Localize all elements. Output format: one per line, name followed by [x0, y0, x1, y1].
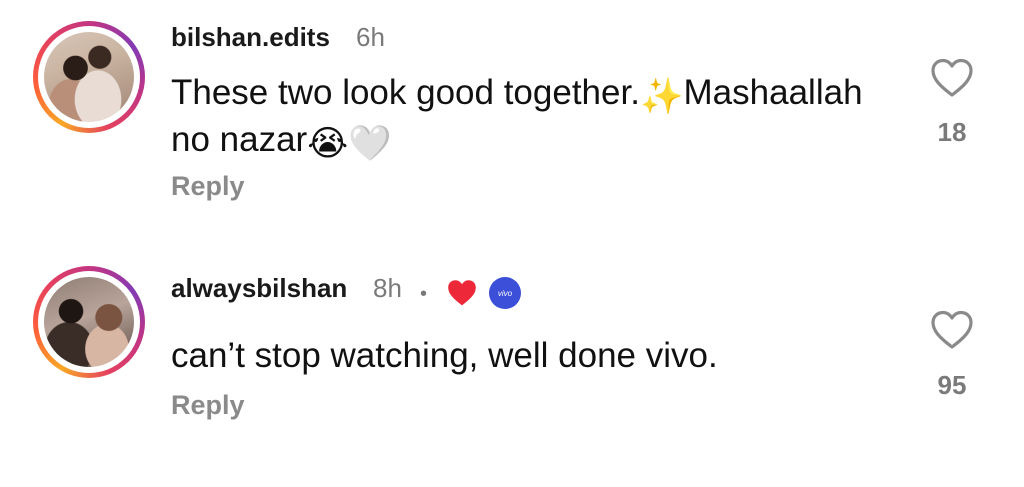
like-count: 95	[937, 370, 967, 400]
comment-text: can’t stop watching, well done vivo.	[171, 336, 718, 375]
comment-username[interactable]: alwaysbilshan	[171, 273, 347, 304]
comment-item: alwaysbilshan 8h • vivo can’t stop watch…	[0, 0, 1024, 487]
heart-outline-icon[interactable]	[930, 310, 974, 350]
comment-timestamp: 8h	[373, 273, 402, 303]
separator-dot: •	[420, 283, 428, 305]
avatar[interactable]	[33, 266, 145, 378]
reply-button[interactable]: Reply	[171, 390, 245, 421]
creator-avatar-badge: vivo	[489, 277, 521, 309]
avatar-photo	[44, 277, 134, 367]
red-heart-icon	[448, 280, 476, 306]
